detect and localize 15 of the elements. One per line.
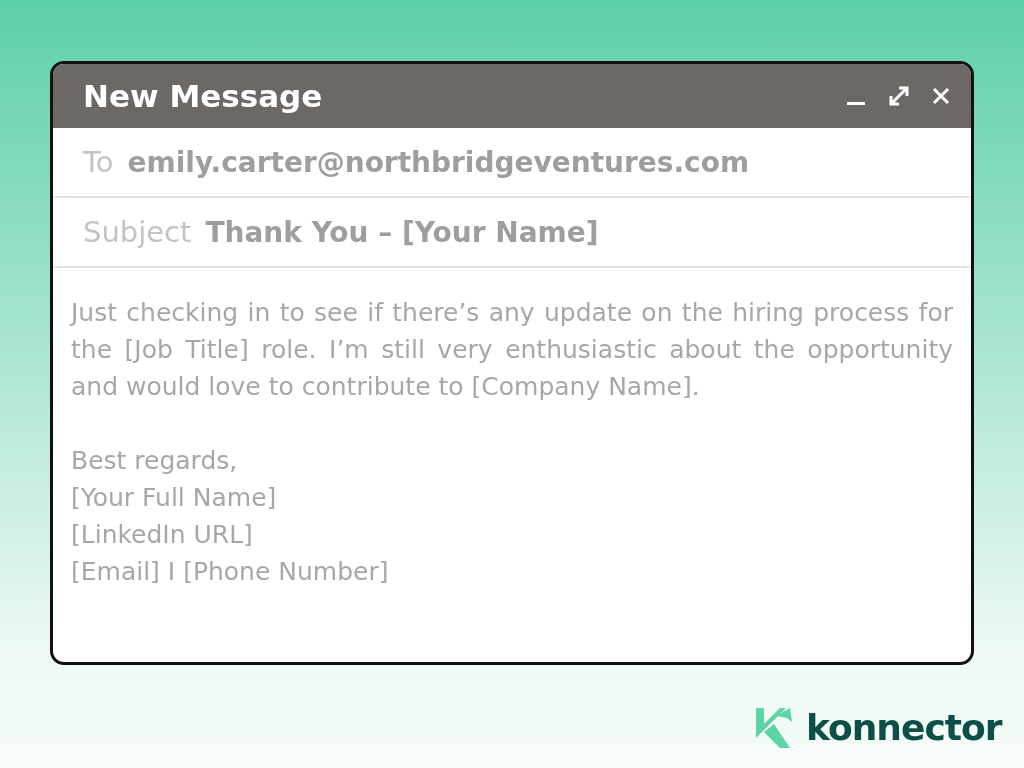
close-icon[interactable] xyxy=(931,86,951,106)
field-label: To xyxy=(83,145,114,179)
expand-icon[interactable] xyxy=(887,84,911,108)
brand-name: konnector xyxy=(806,706,1002,748)
signature-line: Best regards, xyxy=(71,445,238,477)
window-title: New Message xyxy=(83,78,323,114)
signature-line: [Email] I [Phone Number] xyxy=(71,556,389,588)
field-value: Thank You – [Your Name] xyxy=(205,215,599,249)
header-field[interactable]: To emily.carter@northbridgeventures.com xyxy=(53,128,971,198)
signature-line: [Your Full Name] xyxy=(71,482,277,514)
signature-line: [LinkedIn URL] xyxy=(71,519,253,551)
field-label: Subject xyxy=(83,215,192,249)
header-field[interactable]: Subject Thank You – [Your Name] xyxy=(53,198,971,268)
message-body: Just checking in to see if there’s any update on the hiring process for the [Job Title] role. I’m still very enthusiastic about the opportunity and would love to contribute to [Company Name]. xyxy=(71,297,953,403)
field-value: emily.carter@northbridgeventures.com xyxy=(127,145,750,179)
